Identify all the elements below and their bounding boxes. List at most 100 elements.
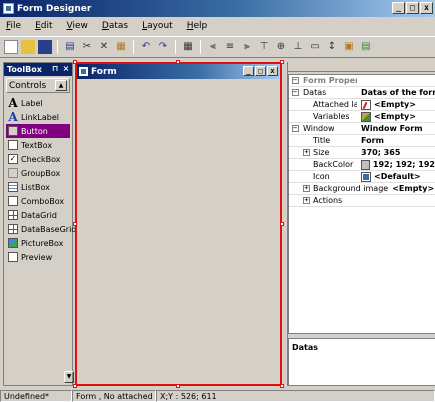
grid-icon[interactable]: ▦ xyxy=(181,40,195,54)
resize-handle[interactable] xyxy=(280,384,284,388)
menu-edit[interactable]: Edit xyxy=(35,21,52,31)
toolbox-title: ToolBox xyxy=(7,65,42,74)
property-row-actions[interactable]: + Actions xyxy=(289,195,435,207)
tab-order-icon[interactable]: ↕ xyxy=(325,40,339,54)
backcolor-value: 192; 192; 192 xyxy=(372,160,435,169)
open-icon[interactable] xyxy=(21,40,35,54)
property-row-datas[interactable]: − Datas Datas of the form xyxy=(289,87,435,99)
collapse-icon[interactable]: − xyxy=(291,125,299,132)
toolbox-close-icon[interactable]: × xyxy=(61,64,71,74)
property-row-icon[interactable]: Icon <Default> xyxy=(289,171,435,183)
picturebox-icon xyxy=(8,238,18,248)
close-button[interactable]: x xyxy=(420,2,433,14)
toolbox-item-datagrid[interactable]: DataGrid xyxy=(6,208,70,222)
scroll-up-icon[interactable]: ▲ xyxy=(55,80,67,91)
toolbox-section-controls[interactable]: Controls ▲ xyxy=(6,78,70,93)
app-icon xyxy=(3,3,14,14)
preview-icon xyxy=(8,252,18,262)
toolbox-section-label: Controls xyxy=(9,80,47,91)
align-left-icon[interactable]: ⫷ xyxy=(206,40,220,54)
toolbox-item-button[interactable]: Button xyxy=(6,124,70,138)
property-row-window[interactable]: − Window Window Form xyxy=(289,123,435,135)
form-maximize-button[interactable]: □ xyxy=(255,66,266,76)
resize-handle[interactable] xyxy=(73,60,77,64)
form-default-icon xyxy=(361,171,371,182)
attached-label-value: <Empty> xyxy=(374,100,416,109)
property-row-variables[interactable]: Variables <Empty> xyxy=(289,111,435,123)
minimize-button[interactable]: _ xyxy=(392,2,405,14)
resize-handle[interactable] xyxy=(73,222,77,226)
toolbox-item-textbox[interactable]: TextBox xyxy=(6,138,70,152)
property-row-attached-label[interactable]: Attached label <Empty> xyxy=(289,99,435,111)
icon-value: <Default> xyxy=(374,172,421,181)
expand-icon[interactable]: + xyxy=(303,197,310,204)
new-icon[interactable] xyxy=(4,40,18,54)
toolbox-item-picturebox[interactable]: PictureBox xyxy=(6,236,70,250)
lock-icon[interactable]: ▣ xyxy=(342,40,356,54)
form-titlebar[interactable]: Form _ □ x xyxy=(77,64,280,79)
toolbox-item-listbox[interactable]: ListBox xyxy=(6,180,70,194)
redo-icon[interactable]: ↷ xyxy=(156,40,170,54)
menu-layout[interactable]: Layout xyxy=(142,21,173,31)
property-row-title[interactable]: Title Form xyxy=(289,135,435,147)
align-bottom-icon[interactable]: ⊥ xyxy=(291,40,305,54)
variables-value: <Empty> xyxy=(374,112,416,121)
menu-view[interactable]: View xyxy=(67,21,88,31)
form-close-button[interactable]: x xyxy=(267,66,278,76)
toolbox-panel: ToolBox ⊓ × Controls ▲ A Label A LinkLab… xyxy=(3,62,76,386)
toolbox-item-databasegrid[interactable]: DataBaseGrid xyxy=(6,222,76,236)
toolbox-list: A Label A LinkLabel Button TextBox ✓ Che… xyxy=(6,96,76,264)
toolbox-item-text: Preview xyxy=(21,252,53,262)
paste-icon[interactable]: ▦ xyxy=(114,40,128,54)
align-right-icon[interactable]: ⫸ xyxy=(240,40,254,54)
property-row-background-image[interactable]: + Background image <Empty> xyxy=(289,183,435,195)
menu-bar: File Edit View Datas Layout Help xyxy=(0,18,435,34)
toolbox-item-preview[interactable]: Preview xyxy=(6,250,70,264)
combobox-icon xyxy=(8,196,18,206)
form-design-surface[interactable]: Form _ □ x xyxy=(73,60,284,388)
datagrid-icon xyxy=(8,210,18,220)
pin-icon[interactable]: ⊓ xyxy=(50,64,60,74)
menu-datas[interactable]: Datas xyxy=(102,21,128,31)
resize-handle[interactable] xyxy=(280,60,284,64)
toolbox-item-text: ListBox xyxy=(21,182,50,192)
expand-icon[interactable]: + xyxy=(303,149,310,156)
save-icon[interactable] xyxy=(38,40,52,54)
property-row-size[interactable]: + Size 370; 365 xyxy=(289,147,435,159)
property-row-backcolor[interactable]: BackColor 192; 192; 192 xyxy=(289,159,435,171)
align-center-icon[interactable]: ≡ xyxy=(223,40,237,54)
collapse-icon[interactable]: − xyxy=(291,89,299,96)
toolbox-item-groupbox[interactable]: GroupBox xyxy=(6,166,70,180)
collapse-icon[interactable]: − xyxy=(291,77,299,84)
cut-icon[interactable]: ✂ xyxy=(80,40,94,54)
print-icon[interactable]: ▤ xyxy=(63,40,77,54)
scroll-down-icon[interactable]: ▼ xyxy=(64,371,74,383)
align-middle-icon[interactable]: ⊕ xyxy=(274,40,288,54)
form-minimize-button[interactable]: _ xyxy=(243,66,254,76)
copy-icon[interactable]: ✕ xyxy=(97,40,111,54)
status-coordinates: X;Y : 526; 611 xyxy=(156,390,435,402)
property-grid-header: − Form Properties xyxy=(289,75,435,87)
toolbox-item-label[interactable]: A Label xyxy=(6,96,70,110)
resize-handle[interactable] xyxy=(280,222,284,226)
expand-icon[interactable]: + xyxy=(303,185,310,192)
toolbox-item-text: DataGrid xyxy=(21,210,57,220)
maximize-button[interactable]: □ xyxy=(406,2,419,14)
resize-handle[interactable] xyxy=(176,60,180,64)
same-size-icon[interactable]: ▭ xyxy=(308,40,322,54)
databasegrid-icon xyxy=(8,224,18,234)
toolbox-item-linklabel[interactable]: A LinkLabel xyxy=(6,110,70,124)
menu-file[interactable]: File xyxy=(6,21,21,31)
resize-handle[interactable] xyxy=(73,384,77,388)
variables-icon xyxy=(361,111,371,122)
tab-icon[interactable]: ▤ xyxy=(359,40,373,54)
toolbox-item-combobox[interactable]: ComboBox xyxy=(6,194,70,208)
toolbox-item-checkbox[interactable]: ✓ CheckBox xyxy=(6,152,70,166)
menu-help[interactable]: Help xyxy=(187,21,208,31)
button-icon xyxy=(8,126,18,136)
resize-handle[interactable] xyxy=(176,384,180,388)
align-top-icon[interactable]: ⊤ xyxy=(257,40,271,54)
undo-icon[interactable]: ↶ xyxy=(139,40,153,54)
attached-label-icon xyxy=(361,99,371,110)
toolbox-item-text: LinkLabel xyxy=(21,112,59,122)
